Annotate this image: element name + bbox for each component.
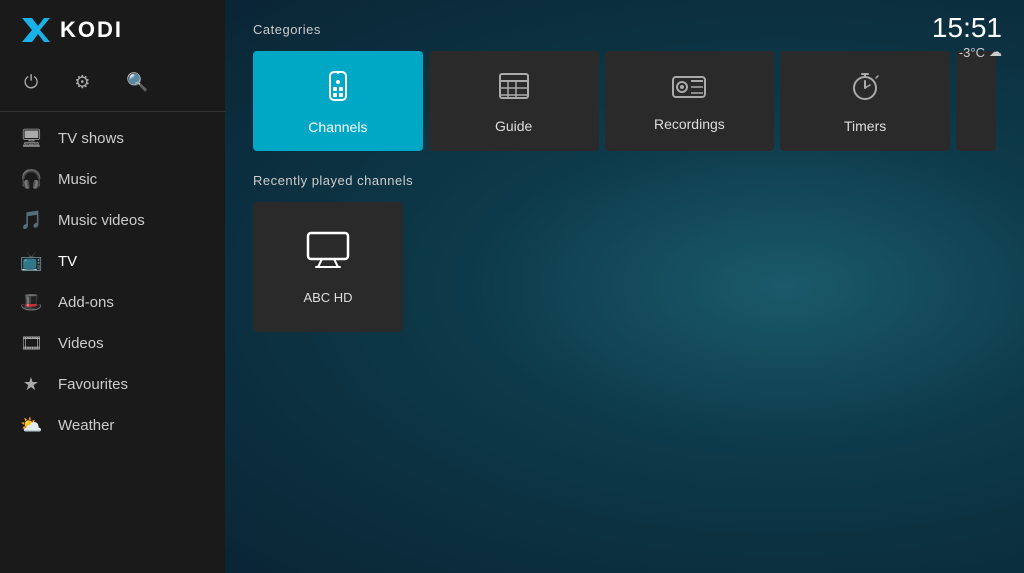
guide-label: Guide [495,118,532,134]
category-recordings[interactable]: Recordings [605,51,775,151]
abc-hd-icon [304,229,352,278]
channels-icon [320,68,356,111]
weather-icon: ⛅ [20,415,42,436]
category-timers2-partial[interactable] [956,51,996,151]
music-videos-icon: 🎵 [20,210,42,231]
sidebar-item-tv[interactable]: 📺 TV [0,241,225,282]
power-button[interactable]: ⏻ [20,68,42,97]
sidebar-action-icons: ⏻ ⚙ 🔍 [0,60,225,111]
sidebar-divider [0,111,225,112]
sidebar-item-weather[interactable]: ⛅ Weather [0,405,225,446]
sidebar-item-label-tv: TV [58,253,77,270]
channels-label: Channels [308,119,367,135]
channel-abc-hd[interactable]: ABC HD [253,202,403,332]
search-button[interactable]: 🔍 [122,68,152,97]
abc-hd-label: ABC HD [303,290,352,305]
timers-icon [848,69,882,110]
category-channels[interactable]: Channels [253,51,423,151]
videos-icon: 🎞 [20,333,42,354]
tv-icon: 📺 [20,251,42,272]
timers-label: Timers [844,118,886,134]
clock-time: 15:51 [932,14,1002,42]
sidebar-item-videos[interactable]: 🎞 Videos [0,323,225,364]
sidebar-item-label-add-ons: Add-ons [58,294,114,311]
clock-display: 15:51 -3°C ☁ [932,14,1002,60]
add-ons-icon: 🎩 [20,292,42,313]
sidebar-item-music[interactable]: 🎧 Music [0,159,225,200]
settings-button[interactable]: ⚙ [70,68,94,97]
sidebar-item-tv-shows[interactable]: 🖥 TV shows [0,118,225,159]
temperature: -3°C [959,45,985,60]
category-timers[interactable]: Timers [780,51,950,151]
kodi-logo-icon [18,14,50,46]
sidebar-item-label-weather: Weather [58,417,114,434]
sidebar-item-label-favourites: Favourites [58,376,128,393]
sidebar: KODI ⏻ ⚙ 🔍 🖥 TV shows 🎧 Music 🎵 Music vi… [0,0,225,573]
recordings-label: Recordings [654,116,725,132]
sidebar-item-music-videos[interactable]: 🎵 Music videos [0,200,225,241]
sidebar-item-label-videos: Videos [58,335,104,352]
sidebar-item-favourites[interactable]: ★ Favourites [0,364,225,405]
sidebar-item-label-music: Music [58,171,97,188]
sidebar-item-add-ons[interactable]: 🎩 Add-ons [0,282,225,323]
sidebar-item-label-tv-shows: TV shows [58,130,124,147]
main-content: 15:51 -3°C ☁ Categories Channels [225,0,1024,573]
sidebar-item-label-music-videos: Music videos [58,212,145,229]
channels-row: ABC HD [253,202,996,332]
categories-row: Channels Guide [253,51,996,151]
categories-label: Categories [253,22,996,37]
guide-icon [497,69,531,110]
clock-weather: -3°C ☁ [932,44,1002,60]
tv-shows-icon: 🖥 [20,128,42,149]
favourites-icon: ★ [20,374,42,395]
weather-condition-icon: ☁ [989,44,1002,60]
app-title: KODI [60,17,123,43]
category-guide[interactable]: Guide [429,51,599,151]
sidebar-header: KODI [0,0,225,60]
recently-played-label: Recently played channels [253,173,996,188]
recordings-icon [671,71,707,108]
music-icon: 🎧 [20,169,42,190]
